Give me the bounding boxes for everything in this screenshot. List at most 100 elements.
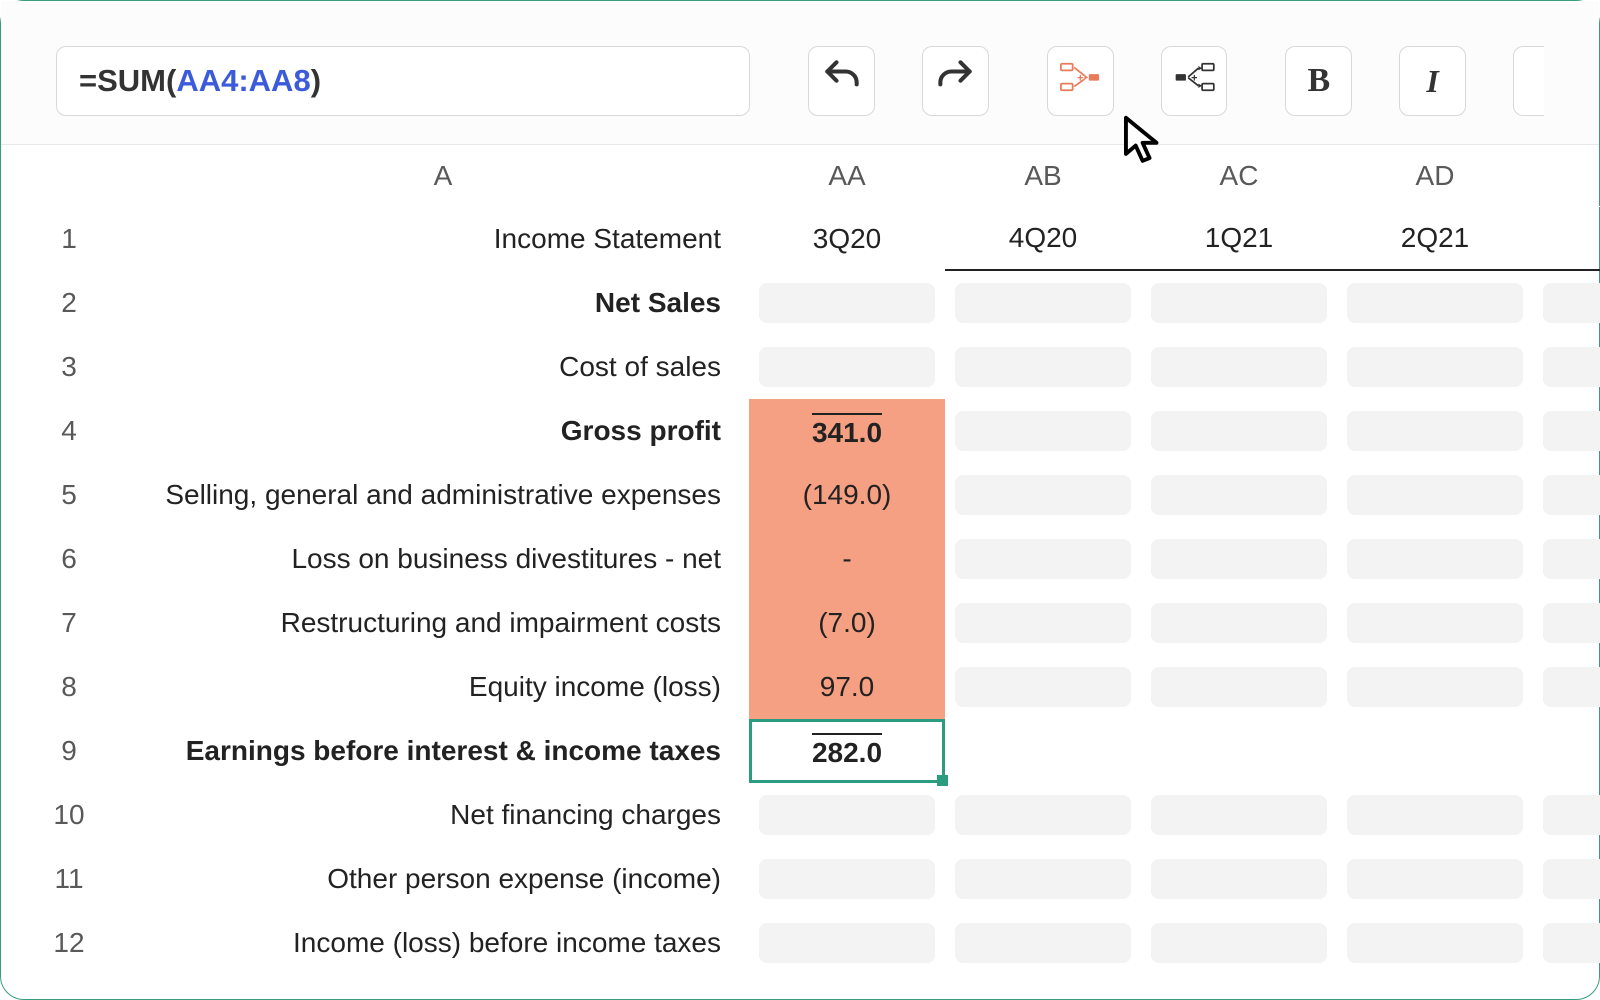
formula-bar[interactable]: = SUM ( AA4:AA8 ) <box>56 46 750 116</box>
grid-corner[interactable] <box>1 145 137 207</box>
col-header-a[interactable]: A <box>137 145 749 207</box>
row-header[interactable]: 6 <box>1 527 137 591</box>
cell-ab7[interactable] <box>955 603 1131 643</box>
cell-ae10[interactable] <box>1543 795 1600 835</box>
row-header[interactable]: 1 <box>1 207 137 271</box>
col-header-ab[interactable]: AB <box>945 145 1141 207</box>
cell-ab11[interactable] <box>955 859 1131 899</box>
cell-ae6[interactable] <box>1543 539 1600 579</box>
cell-ad4[interactable] <box>1347 411 1523 451</box>
cell-aa11[interactable] <box>759 859 935 899</box>
bold-button[interactable]: B <box>1285 46 1352 116</box>
cell-a12[interactable]: Income (loss) before income taxes <box>137 911 749 975</box>
more-format-button[interactable] <box>1513 46 1544 116</box>
cell-ab2[interactable] <box>955 283 1131 323</box>
row-header[interactable]: 11 <box>1 847 137 911</box>
cell-ad7[interactable] <box>1347 603 1523 643</box>
cell-ac10[interactable] <box>1151 795 1327 835</box>
cell-ac9[interactable] <box>1141 719 1337 783</box>
cell-aa1[interactable]: 3Q20 <box>749 207 945 271</box>
cell-ab12[interactable] <box>955 923 1131 963</box>
col-header-ae[interactable] <box>1533 145 1600 207</box>
cell-ad10[interactable] <box>1347 795 1523 835</box>
cell-aa6[interactable]: - <box>749 527 945 591</box>
cell-aa2[interactable] <box>759 283 935 323</box>
cell-aa3[interactable] <box>759 347 935 387</box>
cell-ae2[interactable] <box>1543 283 1600 323</box>
cell-aa10[interactable] <box>759 795 935 835</box>
cell-ac8[interactable] <box>1151 667 1327 707</box>
row-header[interactable]: 3 <box>1 335 137 399</box>
trace-dependents-button[interactable]: + <box>1161 46 1228 116</box>
col-header-ac[interactable]: AC <box>1141 145 1337 207</box>
cell-a5[interactable]: Selling, general and administrative expe… <box>137 463 749 527</box>
cell-ad5[interactable] <box>1347 475 1523 515</box>
cell-ad2[interactable] <box>1347 283 1523 323</box>
row-header[interactable]: 10 <box>1 783 137 847</box>
cell-a1[interactable]: Income Statement <box>137 207 749 271</box>
cell-ae9[interactable] <box>1533 719 1600 783</box>
cell-ae4[interactable] <box>1543 411 1600 451</box>
cell-ae11[interactable] <box>1543 859 1600 899</box>
cell-ab10[interactable] <box>955 795 1131 835</box>
cell-aa9-selected[interactable]: 282.0 <box>749 719 945 783</box>
cell-ae1[interactable] <box>1533 207 1600 271</box>
cell-ac1[interactable]: 1Q21 <box>1141 207 1337 271</box>
row-header[interactable]: 8 <box>1 655 137 719</box>
cell-ae7[interactable] <box>1543 603 1600 643</box>
cell-ac2[interactable] <box>1151 283 1327 323</box>
row-header[interactable]: 2 <box>1 271 137 335</box>
cell-aa12[interactable] <box>759 923 935 963</box>
cell-ac4[interactable] <box>1151 411 1327 451</box>
cell-ac7[interactable] <box>1151 603 1327 643</box>
cell-a2[interactable]: Net Sales <box>137 271 749 335</box>
cell-ad9[interactable] <box>1337 719 1533 783</box>
cell-ae12[interactable] <box>1543 923 1600 963</box>
cell-ac6[interactable] <box>1151 539 1327 579</box>
cell-ab6[interactable] <box>955 539 1131 579</box>
cell-aa7[interactable]: (7.0) <box>749 591 945 655</box>
cell-ab8[interactable] <box>955 667 1131 707</box>
row-header[interactable]: 7 <box>1 591 137 655</box>
cell-ab3[interactable] <box>955 347 1131 387</box>
cell-ab5[interactable] <box>955 475 1131 515</box>
cell-ad3[interactable] <box>1347 347 1523 387</box>
spreadsheet-grid[interactable]: A AA AB AC AD 1 Income Statement 3Q20 4Q… <box>1 145 1599 975</box>
row-header[interactable]: 12 <box>1 911 137 975</box>
cell-ab9[interactable] <box>945 719 1141 783</box>
cell-ad1[interactable]: 2Q21 <box>1337 207 1533 271</box>
cell-a9[interactable]: Earnings before interest & income taxes <box>137 719 749 783</box>
cell-ab4[interactable] <box>955 411 1131 451</box>
cell-a4[interactable]: Gross profit <box>137 399 749 463</box>
cell-aa8[interactable]: 97.0 <box>749 655 945 719</box>
cell-ad8[interactable] <box>1347 667 1523 707</box>
cell-ac11[interactable] <box>1151 859 1327 899</box>
cell-ae3[interactable] <box>1543 347 1600 387</box>
cell-a6[interactable]: Loss on business divestitures - net <box>137 527 749 591</box>
cell-ac12[interactable] <box>1151 923 1327 963</box>
redo-button[interactable] <box>922 46 989 116</box>
cell-ad11[interactable] <box>1347 859 1523 899</box>
row-header[interactable]: 5 <box>1 463 137 527</box>
cell-ad12[interactable] <box>1347 923 1523 963</box>
cell-ac3[interactable] <box>1151 347 1327 387</box>
col-header-ad[interactable]: AD <box>1337 145 1533 207</box>
cell-ad6[interactable] <box>1347 539 1523 579</box>
row-header[interactable]: 4 <box>1 399 137 463</box>
row-header[interactable]: 9 <box>1 719 137 783</box>
undo-button[interactable] <box>808 46 875 116</box>
cell-aa5[interactable]: (149.0) <box>749 463 945 527</box>
cell-a11[interactable]: Other person expense (income) <box>137 847 749 911</box>
italic-button[interactable]: I <box>1399 46 1466 116</box>
cell-ab1[interactable]: 4Q20 <box>945 207 1141 271</box>
cell-a7[interactable]: Restructuring and impairment costs <box>137 591 749 655</box>
cell-ac5[interactable] <box>1151 475 1327 515</box>
trace-precedents-button[interactable]: + <box>1047 46 1114 116</box>
cell-ae8[interactable] <box>1543 667 1600 707</box>
cell-aa4[interactable]: 341.0 <box>749 399 945 463</box>
cell-a3[interactable]: Cost of sales <box>137 335 749 399</box>
cell-ae5[interactable] <box>1543 475 1600 515</box>
col-header-aa[interactable]: AA <box>749 145 945 207</box>
cell-a10[interactable]: Net financing charges <box>137 783 749 847</box>
cell-a8[interactable]: Equity income (loss) <box>137 655 749 719</box>
